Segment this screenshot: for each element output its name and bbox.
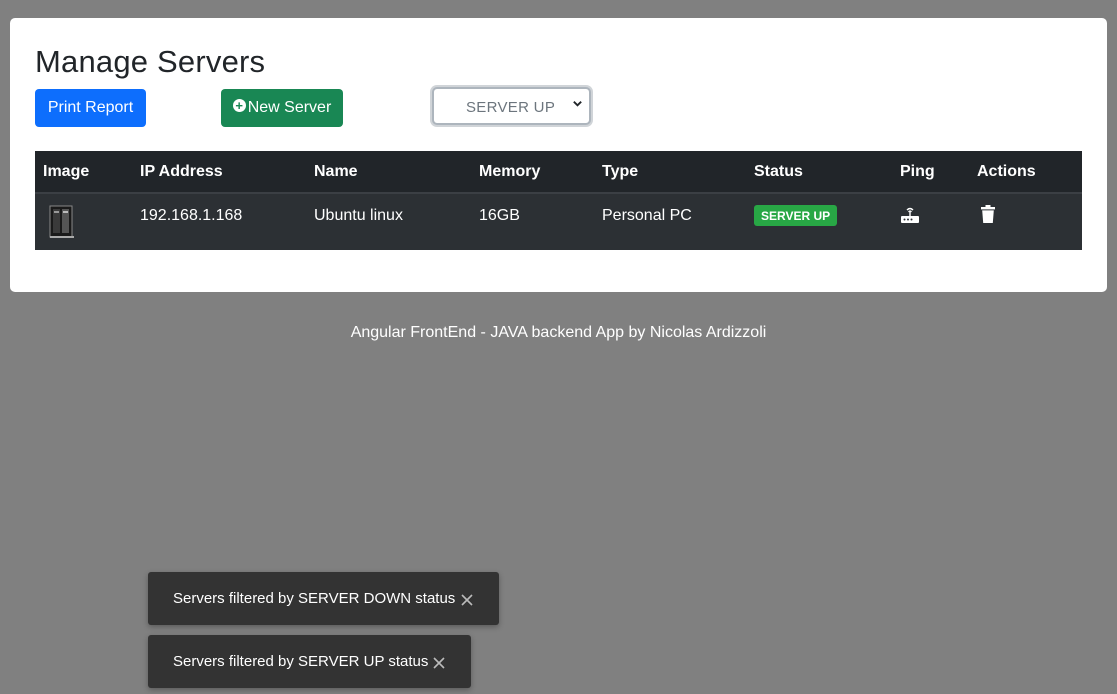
server-type: Personal PC — [602, 207, 692, 224]
status-badge: SERVER UP — [754, 205, 838, 226]
server-memory: 16GB — [479, 207, 520, 224]
status-filter-select[interactable]: SERVER UP — [432, 87, 591, 125]
toast-notification: Servers filtered by SERVER DOWN status — [148, 572, 499, 625]
table-header-row: Image IP Address Name Memory Type Status… — [35, 151, 1082, 194]
server-image-cell — [35, 193, 132, 250]
actions-cell — [969, 193, 1082, 250]
new-server-label: New Server — [247, 99, 332, 116]
footer-credit: Angular FrontEnd - JAVA backend App by N… — [350, 324, 767, 341]
new-server-button[interactable]: + New Server — [221, 89, 343, 127]
server-image — [49, 205, 74, 238]
toast-message: Servers filtered by SERVER DOWN status — [173, 590, 456, 607]
ping-cell — [892, 193, 969, 250]
col-status: Status — [746, 151, 892, 194]
server-name: Ubuntu linux — [314, 207, 403, 224]
plus-circle-icon: + — [232, 98, 246, 112]
col-memory: Memory — [471, 151, 594, 194]
servers-table: Image IP Address Name Memory Type Status… — [35, 151, 1082, 250]
chevron-down-icon — [573, 101, 582, 107]
server-card: Manage Servers Print Report + New Server… — [10, 18, 1107, 292]
col-actions: Actions — [969, 151, 1082, 194]
col-type: Type — [594, 151, 746, 194]
server-status-cell: SERVER UP — [746, 193, 892, 250]
close-icon[interactable] — [433, 657, 445, 669]
col-image: Image — [35, 151, 132, 194]
close-icon[interactable] — [461, 594, 473, 606]
print-report-button[interactable]: Print Report — [35, 89, 146, 127]
trash-icon[interactable] — [981, 205, 995, 223]
server-ip: 192.168.1.168 — [140, 207, 243, 224]
table-row: 192.168.1.168 Ubuntu linux 16GB Personal… — [35, 193, 1082, 250]
col-ip: IP Address — [132, 151, 306, 194]
status-filter-value: SERVER UP — [466, 99, 556, 116]
col-ping: Ping — [892, 151, 969, 194]
page-title: Manage Servers — [35, 44, 266, 79]
router-icon[interactable] — [900, 206, 920, 224]
toast-message: Servers filtered by SERVER UP status — [173, 653, 429, 670]
print-report-label: Print Report — [47, 99, 134, 116]
toast-notification: Servers filtered by SERVER UP status — [148, 635, 471, 688]
col-name: Name — [306, 151, 471, 194]
